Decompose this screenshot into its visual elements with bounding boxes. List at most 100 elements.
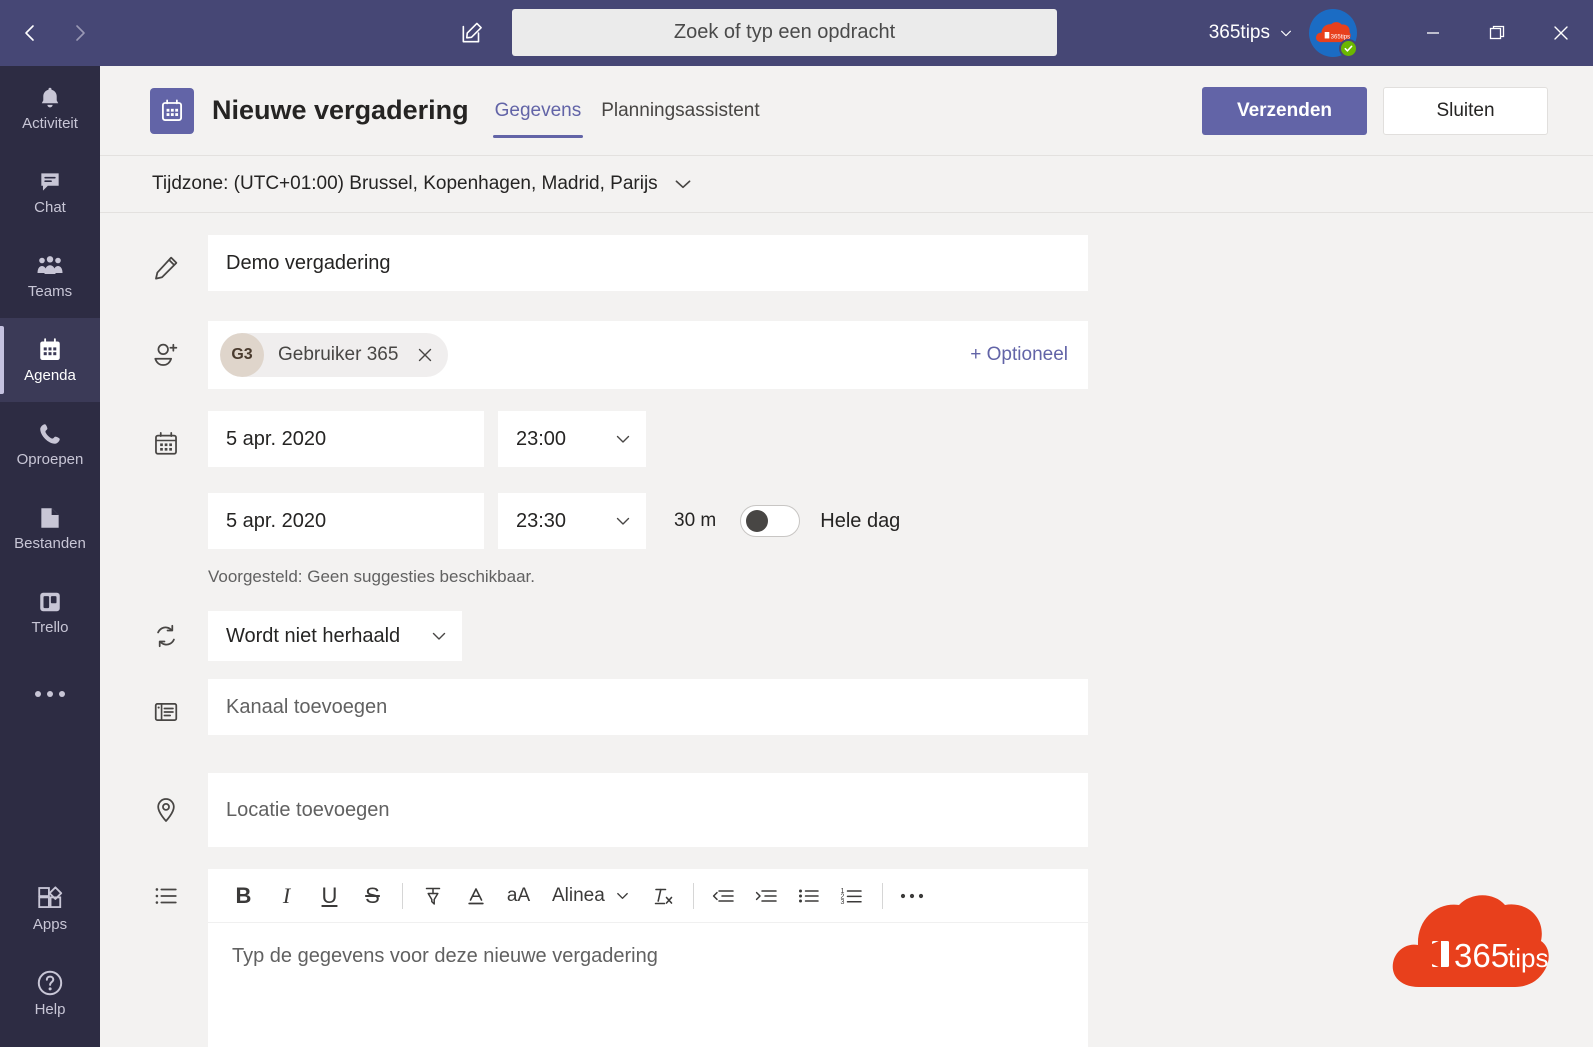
more-dots-icon (899, 891, 925, 901)
start-date-input[interactable]: 5 apr. 2020 (208, 411, 484, 467)
end-time-select[interactable]: 23:30 (498, 493, 646, 549)
navigation-arrows (14, 17, 96, 49)
app-rail: Activiteit Chat Teams (0, 66, 100, 1047)
sidebar-item-label: Apps (33, 917, 67, 932)
meeting-form: Demo vergadering G3 (100, 213, 1593, 1047)
meeting-title-input[interactable]: Demo vergadering (208, 235, 1088, 291)
highlight-button[interactable] (411, 876, 454, 916)
add-person-icon (152, 321, 208, 389)
form-row-recurrence: Wordt niet herhaald (100, 611, 1593, 661)
send-button[interactable]: Verzenden (1202, 87, 1367, 135)
channel-controls: Kanaal toevoegen (208, 679, 1088, 735)
increase-indent-button[interactable] (745, 876, 788, 916)
sidebar-more-button[interactable] (0, 654, 100, 734)
chevron-down-icon (430, 627, 448, 645)
add-optional-button[interactable]: + Optioneel (970, 344, 1068, 366)
attendee-chip[interactable]: G3 Gebruiker 365 (220, 333, 448, 377)
bullet-list-button[interactable] (788, 876, 831, 916)
tenant-name: 365tips (1209, 22, 1270, 44)
phone-icon (37, 421, 63, 447)
details-list-icon (152, 869, 208, 923)
location-controls: Locatie toevoegen (208, 773, 1088, 847)
sidebar-item-bestanden[interactable]: Bestanden (0, 486, 100, 570)
apps-icon (36, 886, 64, 912)
more-options-button[interactable] (891, 876, 934, 916)
sidebar-spacer (0, 734, 100, 867)
window-controls (1401, 0, 1593, 66)
chevron-down-icon[interactable] (672, 173, 694, 195)
trello-icon (37, 589, 63, 615)
avatar[interactable]: 365tips (1309, 9, 1357, 57)
location-input[interactable]: Locatie toevoegen (208, 773, 1088, 847)
tab-planningsassistent[interactable]: Planningsassistent (591, 66, 769, 156)
toggle-knob (746, 510, 768, 532)
form-row-start: 5 apr. 2020 23:00 (100, 411, 1593, 477)
sidebar-item-trello[interactable]: Trello (0, 570, 100, 654)
app-body: Activiteit Chat Teams (0, 66, 1593, 1047)
end-date-input[interactable]: 5 apr. 2020 (208, 493, 484, 549)
recurrence-select[interactable]: Wordt niet herhaald (208, 611, 462, 661)
tab-gegevens[interactable]: Gegevens (485, 66, 592, 156)
recurrence-controls: Wordt niet herhaald (208, 611, 462, 661)
chevron-down-icon (614, 430, 632, 448)
start-time-value: 23:00 (516, 428, 566, 451)
attendee-name: Gebruiker 365 (278, 344, 398, 366)
italic-button[interactable]: I (265, 876, 308, 916)
toolbar-divider (693, 883, 694, 909)
sidebar-item-activiteit[interactable]: Activiteit (0, 66, 100, 150)
close-meeting-button[interactable]: Sluiten (1383, 87, 1548, 135)
decrease-indent-button[interactable] (702, 876, 745, 916)
paragraph-style-value: Alinea (552, 885, 605, 907)
font-size-button[interactable]: aA (497, 876, 540, 916)
start-time-select[interactable]: 23:00 (498, 411, 646, 467)
search-input[interactable]: Zoek of typ een opdracht (512, 9, 1057, 56)
paragraph-style-select[interactable]: Alinea (540, 876, 642, 916)
calendar-icon (152, 411, 208, 477)
sidebar-item-label: Oproepen (17, 452, 84, 467)
minimize-button[interactable] (1401, 0, 1465, 66)
back-button[interactable] (14, 17, 46, 49)
meeting-header: Nieuwe vergadering Gegevens Planningsass… (100, 66, 1593, 156)
sidebar-item-label: Chat (34, 200, 66, 215)
compose-icon[interactable] (455, 16, 489, 50)
sidebar-item-chat[interactable]: Chat (0, 150, 100, 234)
toolbar-divider (882, 883, 883, 909)
repeat-icon (152, 611, 208, 661)
title-controls: Demo vergadering (208, 235, 1088, 291)
forward-button[interactable] (64, 17, 96, 49)
timezone-bar[interactable]: Tijdzone: (UTC+01:00) Brussel, Kopenhage… (100, 156, 1593, 213)
strikethrough-button[interactable]: S (351, 876, 394, 916)
file-icon (38, 505, 62, 531)
all-day-toggle[interactable] (740, 505, 800, 537)
svg-text:3: 3 (841, 899, 845, 906)
teams-window: Zoek of typ een opdracht 365tips 365tips (0, 0, 1593, 1047)
tenant-switcher[interactable]: 365tips (1209, 22, 1293, 44)
details-editor: B I U S (208, 869, 1088, 1047)
remove-attendee-icon[interactable] (410, 346, 440, 364)
clear-formatting-button[interactable] (642, 876, 685, 916)
numbered-list-button[interactable]: 1 2 3 (831, 876, 874, 916)
maximize-button[interactable] (1465, 0, 1529, 66)
underline-button[interactable]: U (308, 876, 351, 916)
more-dots-icon (33, 689, 67, 699)
main-panel: Nieuwe vergadering Gegevens Planningsass… (100, 66, 1593, 1047)
recurrence-value: Wordt niet herhaald (226, 625, 400, 648)
bold-button[interactable]: B (222, 876, 265, 916)
status-badge-available (1339, 39, 1358, 58)
sidebar-item-apps[interactable]: Apps (0, 867, 100, 951)
form-row-attendees: G3 Gebruiker 365 + Optioneel (100, 321, 1593, 389)
sidebar-item-help[interactable]: Help (0, 951, 100, 1035)
attendees-input[interactable]: G3 Gebruiker 365 + Optioneel (208, 321, 1088, 389)
form-row-title: Demo vergadering (100, 235, 1593, 301)
end-time-value: 23:30 (516, 510, 566, 533)
sidebar-item-oproepen[interactable]: Oproepen (0, 402, 100, 486)
close-button[interactable] (1529, 0, 1593, 66)
font-color-button[interactable] (454, 876, 497, 916)
sidebar-item-teams[interactable]: Teams (0, 234, 100, 318)
sidebar-item-agenda[interactable]: Agenda (0, 318, 100, 402)
form-row-channel: Kanaal toevoegen (100, 679, 1593, 745)
details-body-input[interactable]: Typ de gegevens voor deze nieuwe vergade… (208, 923, 1088, 1047)
channel-input[interactable]: Kanaal toevoegen (208, 679, 1088, 735)
page-title: Nieuwe vergadering (212, 95, 469, 126)
duration-label: 30 m (674, 510, 716, 532)
